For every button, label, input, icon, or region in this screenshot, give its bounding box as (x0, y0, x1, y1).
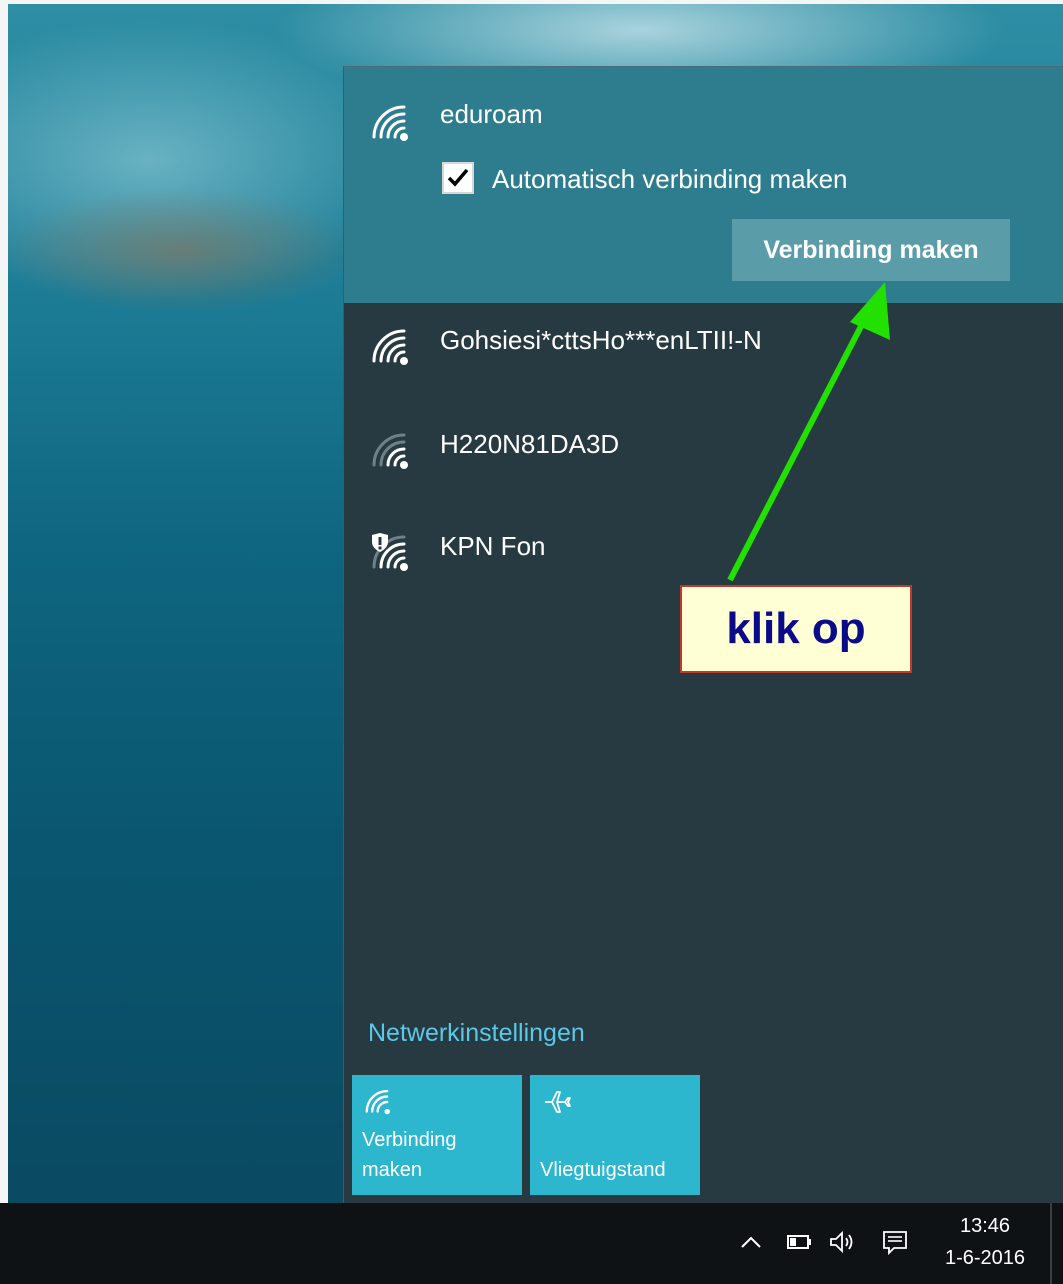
tile-airplane-mode[interactable]: Vliegtuigstand (530, 1075, 700, 1195)
tile-label: Vliegtuigstand (540, 1159, 666, 1181)
wifi-signal-weak-icon (370, 431, 414, 471)
clock-date: 1-6-2016 (944, 1247, 1026, 1269)
wifi-shield-icon (370, 533, 414, 573)
network-name: Gohsiesi*cttsHo***enLTII!-N (440, 325, 762, 355)
battery-icon[interactable] (784, 1227, 814, 1257)
auto-connect-label: Automatisch verbinding maken (492, 164, 848, 194)
network-list-item[interactable]: H220N81DA3D (344, 417, 1063, 487)
checkmark-icon (447, 168, 469, 187)
wifi-signal-icon (370, 327, 414, 367)
network-list-item[interactable]: KPN Fon (344, 519, 1063, 589)
taskbar: 13:46 1-6-2016 (0, 1203, 1063, 1284)
notification-icon[interactable] (880, 1227, 910, 1257)
network-name: H220N81DA3D (440, 429, 620, 459)
annotation-callout: klik op (680, 585, 912, 673)
screen-border-top (0, 0, 1063, 4)
connect-button[interactable]: Verbinding maken (732, 219, 1010, 281)
auto-connect-checkbox[interactable] (442, 162, 474, 194)
callout-text: klik op (726, 604, 866, 653)
taskbar-clock[interactable]: 13:46 1-6-2016 (930, 1211, 1040, 1275)
tile-wifi-connect[interactable]: Verbinding maken (352, 1075, 522, 1195)
tile-label: Verbinding maken (362, 1129, 457, 1181)
network-name: eduroam (440, 99, 543, 129)
wifi-signal-icon (370, 103, 414, 143)
show-desktop-button[interactable] (1050, 1203, 1052, 1284)
wifi-icon (364, 1087, 394, 1117)
airplane-icon (542, 1087, 572, 1117)
network-settings-link[interactable]: Netwerkinstellingen (368, 1019, 585, 1048)
selected-network-panel[interactable]: eduroam Automatisch verbinding maken Ver… (344, 67, 1063, 303)
volume-icon[interactable] (828, 1227, 858, 1257)
network-list-item[interactable]: Gohsiesi*cttsHo***enLTII!-N (344, 313, 1063, 383)
screen-border (0, 0, 8, 1203)
chevron-up-icon[interactable] (736, 1227, 766, 1257)
network-name: KPN Fon (440, 531, 546, 561)
clock-time: 13:46 (959, 1215, 1011, 1237)
